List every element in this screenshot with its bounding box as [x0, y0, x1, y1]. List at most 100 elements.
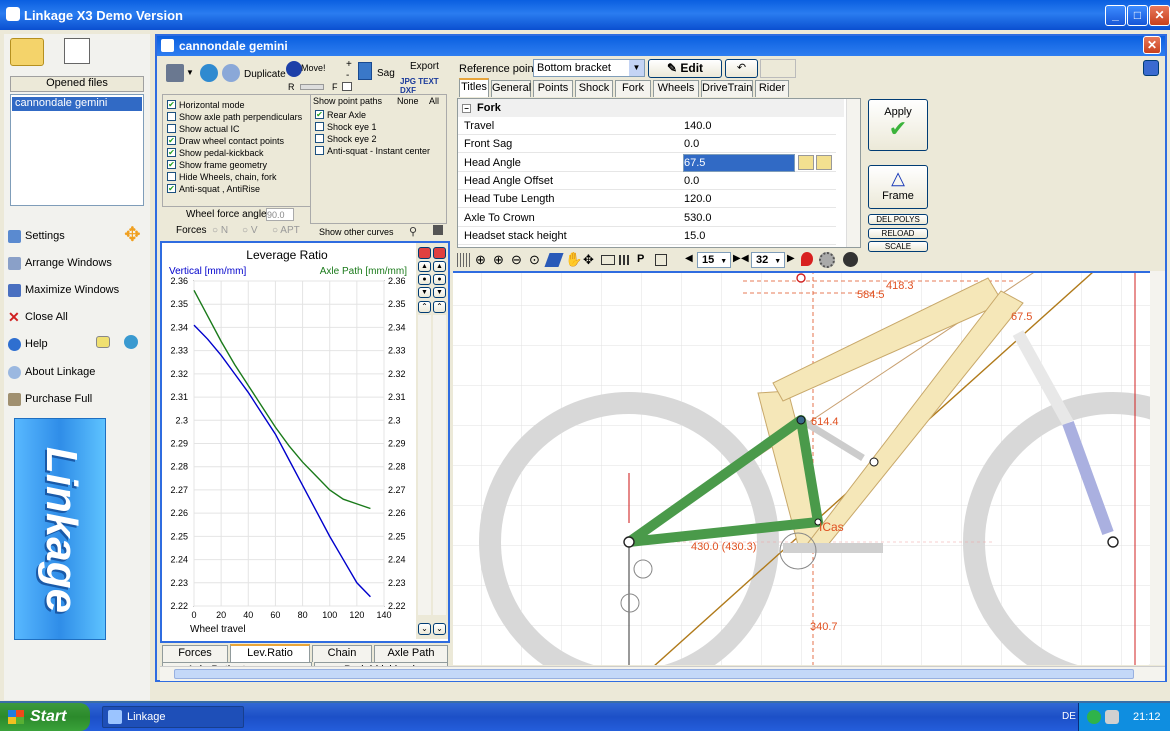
opened-file-item[interactable]: cannondale gemini: [12, 97, 142, 111]
new-linkage-icon[interactable]: [64, 38, 90, 64]
option-checkbox-7[interactable]: ✔ Anti-squat , AntiRise: [167, 183, 260, 195]
prop-tab-shock[interactable]: Shock: [575, 80, 613, 97]
zoom-select-1[interactable]: 15 ▼: [697, 252, 731, 268]
plus-label[interactable]: +: [346, 59, 352, 70]
arrange-windows-item[interactable]: Arrange Windows: [8, 255, 112, 271]
purchase-item[interactable]: Purchase Full: [8, 391, 92, 407]
property-row[interactable]: Head Tube Length 120.0: [458, 190, 836, 209]
del-polys-button[interactable]: DEL POLYS: [868, 214, 928, 225]
chain-icon[interactable]: [619, 255, 631, 265]
prop-tab-drivetrain[interactable]: DriveTrain: [701, 80, 753, 97]
duplicate-button[interactable]: Duplicate: [244, 69, 286, 80]
minimize-button[interactable]: _: [1105, 5, 1126, 26]
undo-button[interactable]: ↶: [725, 59, 758, 78]
property-value[interactable]: 120.0: [684, 190, 712, 208]
hscroll-thumb[interactable]: [174, 669, 1134, 679]
empty-button[interactable]: [760, 59, 796, 78]
prop-tab-rider[interactable]: Rider: [755, 80, 789, 97]
prop-tab-points[interactable]: Points: [533, 80, 573, 97]
f-checkbox[interactable]: [342, 82, 352, 91]
property-scrollbar[interactable]: [846, 99, 860, 247]
prev-arrow-icon[interactable]: ◀: [685, 253, 693, 264]
chart-scroll-down[interactable]: ⌄: [418, 623, 431, 635]
zoom-fit-icon[interactable]: ⊙: [529, 252, 540, 268]
open-folder-icon[interactable]: [10, 38, 44, 66]
option-checkbox-6[interactable]: Hide Wheels, chain, fork: [167, 171, 277, 183]
link-icon[interactable]: [222, 64, 240, 82]
refresh-icon[interactable]: [843, 252, 858, 267]
pen-icon[interactable]: [544, 253, 564, 267]
property-value[interactable]: 67.5: [683, 153, 795, 172]
property-value[interactable]: 140.0: [684, 117, 712, 135]
chart-dot2-icon[interactable]: ●: [433, 274, 446, 285]
property-value[interactable]: 0.0: [684, 172, 699, 190]
chat-icon[interactable]: [96, 336, 110, 348]
property-row[interactable]: Travel 140.0: [458, 117, 836, 135]
chart-down-icon[interactable]: ▼: [418, 287, 431, 298]
ruler-icon[interactable]: [601, 255, 615, 265]
prop-tab-general[interactable]: General: [491, 80, 531, 97]
settings-menu-item[interactable]: Settings: [8, 228, 65, 244]
prop-tab-wheels[interactable]: Wheels: [653, 80, 699, 97]
bike-icon[interactable]: ⚲: [409, 225, 425, 238]
option-checkbox-3[interactable]: ✔ Draw wheel contact points: [167, 135, 284, 147]
globe-icon[interactable]: [124, 335, 138, 349]
save-file-icon[interactable]: [816, 154, 832, 170]
canvas-vscroll[interactable]: [1150, 271, 1165, 665]
chart-pin2-icon[interactable]: [433, 247, 446, 259]
move-button[interactable]: Move!: [301, 63, 326, 73]
print-icon[interactable]: [166, 64, 184, 82]
edit-button[interactable]: ✎ Edit: [648, 59, 722, 78]
chart-scroll-up[interactable]: ⌃: [418, 301, 431, 313]
property-value[interactable]: 530.0: [684, 209, 712, 227]
option-checkbox-0[interactable]: ✔ Horizontal mode: [167, 99, 245, 111]
grid-icon[interactable]: [457, 253, 471, 267]
option-checkbox-5[interactable]: ✔ Show frame geometry: [167, 159, 267, 171]
option-checkbox-2[interactable]: Show actual IC: [167, 123, 240, 135]
force-option-v[interactable]: ○ V: [242, 225, 258, 236]
chart-scroll-up2[interactable]: ⌃: [433, 301, 446, 313]
shock-eye-point[interactable]: [869, 457, 879, 467]
tray-network-icon[interactable]: [1087, 710, 1101, 724]
force-option-apt[interactable]: ○ APT: [272, 225, 300, 236]
drawing-canvas[interactable]: 418.3 584.5 67.5 614.4 430.0 (430.3) ICa…: [453, 271, 1150, 665]
property-row[interactable]: Head Angle Offset 0.0: [458, 172, 836, 190]
tray-volume-icon[interactable]: [1105, 710, 1119, 724]
pivot-point[interactable]: [796, 415, 806, 425]
option-checkbox-1[interactable]: Show axle path perpendiculars: [167, 111, 302, 123]
close-button[interactable]: ✕: [1149, 5, 1170, 26]
help-item[interactable]: Help: [8, 336, 48, 352]
reload-button[interactable]: RELOAD: [868, 228, 928, 239]
zoom-out-icon[interactable]: ⊖: [511, 252, 522, 268]
rear-axle-point[interactable]: [623, 536, 635, 548]
document-hscroll[interactable]: [160, 666, 1165, 681]
document-close-button[interactable]: ✕: [1143, 36, 1161, 54]
force-option-n[interactable]: ○ N: [212, 225, 228, 236]
property-row[interactable]: Head Angle 67.5: [458, 153, 836, 172]
resize-icon[interactable]: [433, 225, 443, 235]
chart-scroll-down2[interactable]: ⌄: [433, 623, 446, 635]
taskbar-item-linkage[interactable]: Linkage: [102, 706, 244, 728]
export-formats[interactable]: JPG TEXT DXF: [400, 77, 450, 95]
open-file-icon[interactable]: [798, 154, 814, 170]
reference-point-select[interactable]: Bottom bracket ▼: [533, 59, 645, 77]
path-checkbox-2[interactable]: Shock eye 2: [315, 133, 377, 145]
frame-button[interactable]: △ Frame: [868, 165, 928, 209]
property-row[interactable]: Front Sag 0.0: [458, 135, 836, 154]
property-value[interactable]: 0.0: [684, 135, 699, 153]
prev-arrow2-icon[interactable]: ◀: [741, 253, 749, 264]
zoom-in2-icon[interactable]: ⊕: [493, 252, 504, 268]
maximize-button[interactable]: □: [1127, 5, 1148, 26]
language-indicator[interactable]: DE: [1062, 711, 1076, 722]
close-all-item[interactable]: ✕ Close All: [8, 309, 68, 325]
move-arrows-icon[interactable]: ✥: [124, 225, 144, 246]
chart-up2-icon[interactable]: ▲: [433, 261, 446, 272]
reference-marker[interactable]: [796, 273, 806, 283]
section-fork[interactable]: − Fork: [458, 99, 844, 117]
show-other-curves[interactable]: Show other curves: [319, 227, 394, 237]
restore-view-icon[interactable]: [1143, 60, 1159, 76]
sag-button[interactable]: Sag: [377, 68, 395, 79]
crop-icon[interactable]: [655, 254, 667, 266]
path-checkbox-0[interactable]: ✔ Rear Axle: [315, 109, 366, 121]
move-icon[interactable]: ✥: [583, 252, 594, 268]
